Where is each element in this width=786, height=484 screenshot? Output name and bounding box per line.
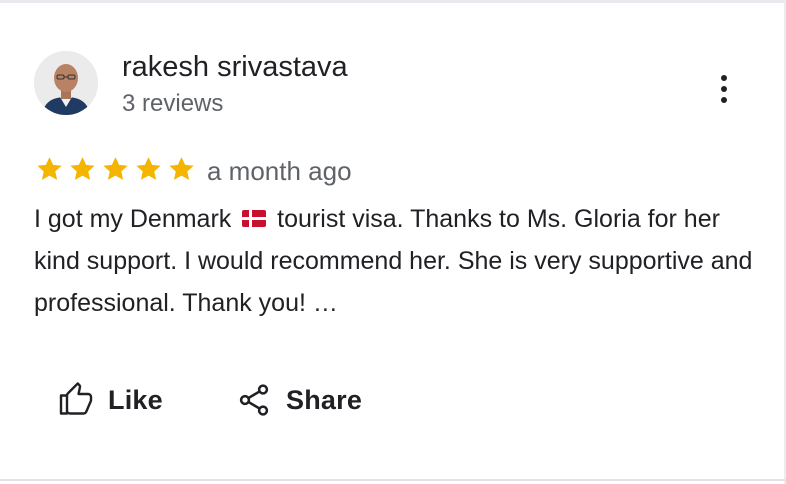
- share-button[interactable]: Share: [236, 380, 362, 420]
- star-icon: [103, 157, 128, 180]
- star-icon: [70, 157, 95, 180]
- author-name[interactable]: rakesh srivastava: [122, 48, 348, 86]
- author-review-count: 3 reviews: [122, 90, 224, 117]
- bottom-divider: [0, 479, 786, 481]
- top-divider: [0, 0, 786, 3]
- avatar[interactable]: [34, 51, 98, 115]
- star-rating: [34, 154, 197, 184]
- review-text: I got my Denmark tourist visa. Thanks to…: [34, 198, 764, 324]
- like-button[interactable]: Like: [58, 380, 163, 420]
- star-icon: [169, 157, 194, 180]
- thumb-up-icon: [59, 382, 93, 415]
- review-text-start: I got my Denmark: [34, 205, 239, 233]
- share-label: Share: [286, 384, 363, 415]
- avatar-photo: [34, 51, 98, 115]
- more-options-button[interactable]: [708, 72, 738, 106]
- star-icon: [136, 157, 161, 180]
- star-icon: [37, 157, 62, 180]
- like-label: Like: [108, 384, 163, 415]
- review-time: a month ago: [207, 156, 352, 186]
- share-icon: [239, 384, 269, 416]
- denmark-flag-icon: [242, 209, 267, 227]
